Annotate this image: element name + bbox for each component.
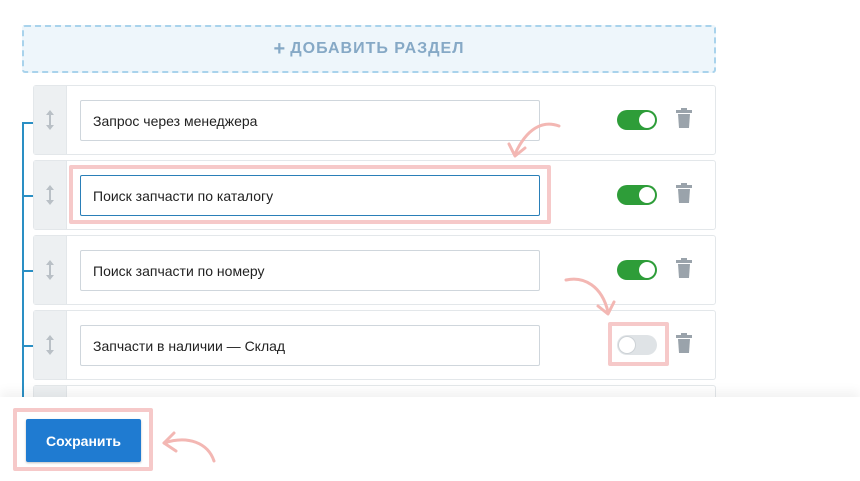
section-visibility-toggle[interactable] (617, 185, 657, 205)
section-row (33, 160, 716, 230)
section-name-input[interactable] (80, 250, 540, 291)
plus-icon: + (273, 38, 287, 60)
vertical-arrows-icon (46, 260, 54, 280)
toggle-knob (619, 337, 635, 353)
drag-handle[interactable] (34, 161, 67, 229)
section-row (33, 310, 716, 380)
vertical-arrows-icon (46, 185, 54, 205)
toggle-knob (639, 262, 655, 278)
section-visibility-toggle[interactable] (617, 260, 657, 280)
trash-icon[interactable] (676, 183, 692, 203)
vertical-arrows-icon (46, 335, 54, 355)
drag-handle[interactable] (34, 236, 67, 304)
section-row (33, 235, 716, 305)
vertical-arrows-icon (46, 110, 54, 130)
section-row (33, 85, 716, 155)
trash-icon[interactable] (676, 258, 692, 278)
toggle-knob (639, 187, 655, 203)
section-name-input[interactable] (80, 325, 540, 366)
tree-connector-line (22, 123, 24, 403)
toggle-knob (639, 112, 655, 128)
page: + ДОБАВИТЬ РАЗДЕЛ Запрос через менеджера… (0, 0, 860, 481)
section-visibility-toggle[interactable] (617, 110, 657, 130)
trash-icon[interactable] (676, 333, 692, 353)
drag-handle[interactable] (34, 86, 67, 154)
add-section-label: ДОБАВИТЬ РАЗДЕЛ (290, 40, 465, 57)
trash-icon[interactable] (676, 108, 692, 128)
section-name-input[interactable] (80, 175, 540, 216)
drag-handle[interactable] (34, 311, 67, 379)
section-name-input[interactable] (80, 100, 540, 141)
section-visibility-toggle[interactable] (617, 335, 657, 355)
save-button[interactable]: Сохранить (26, 419, 141, 462)
add-section-button[interactable]: + ДОБАВИТЬ РАЗДЕЛ (22, 25, 716, 73)
